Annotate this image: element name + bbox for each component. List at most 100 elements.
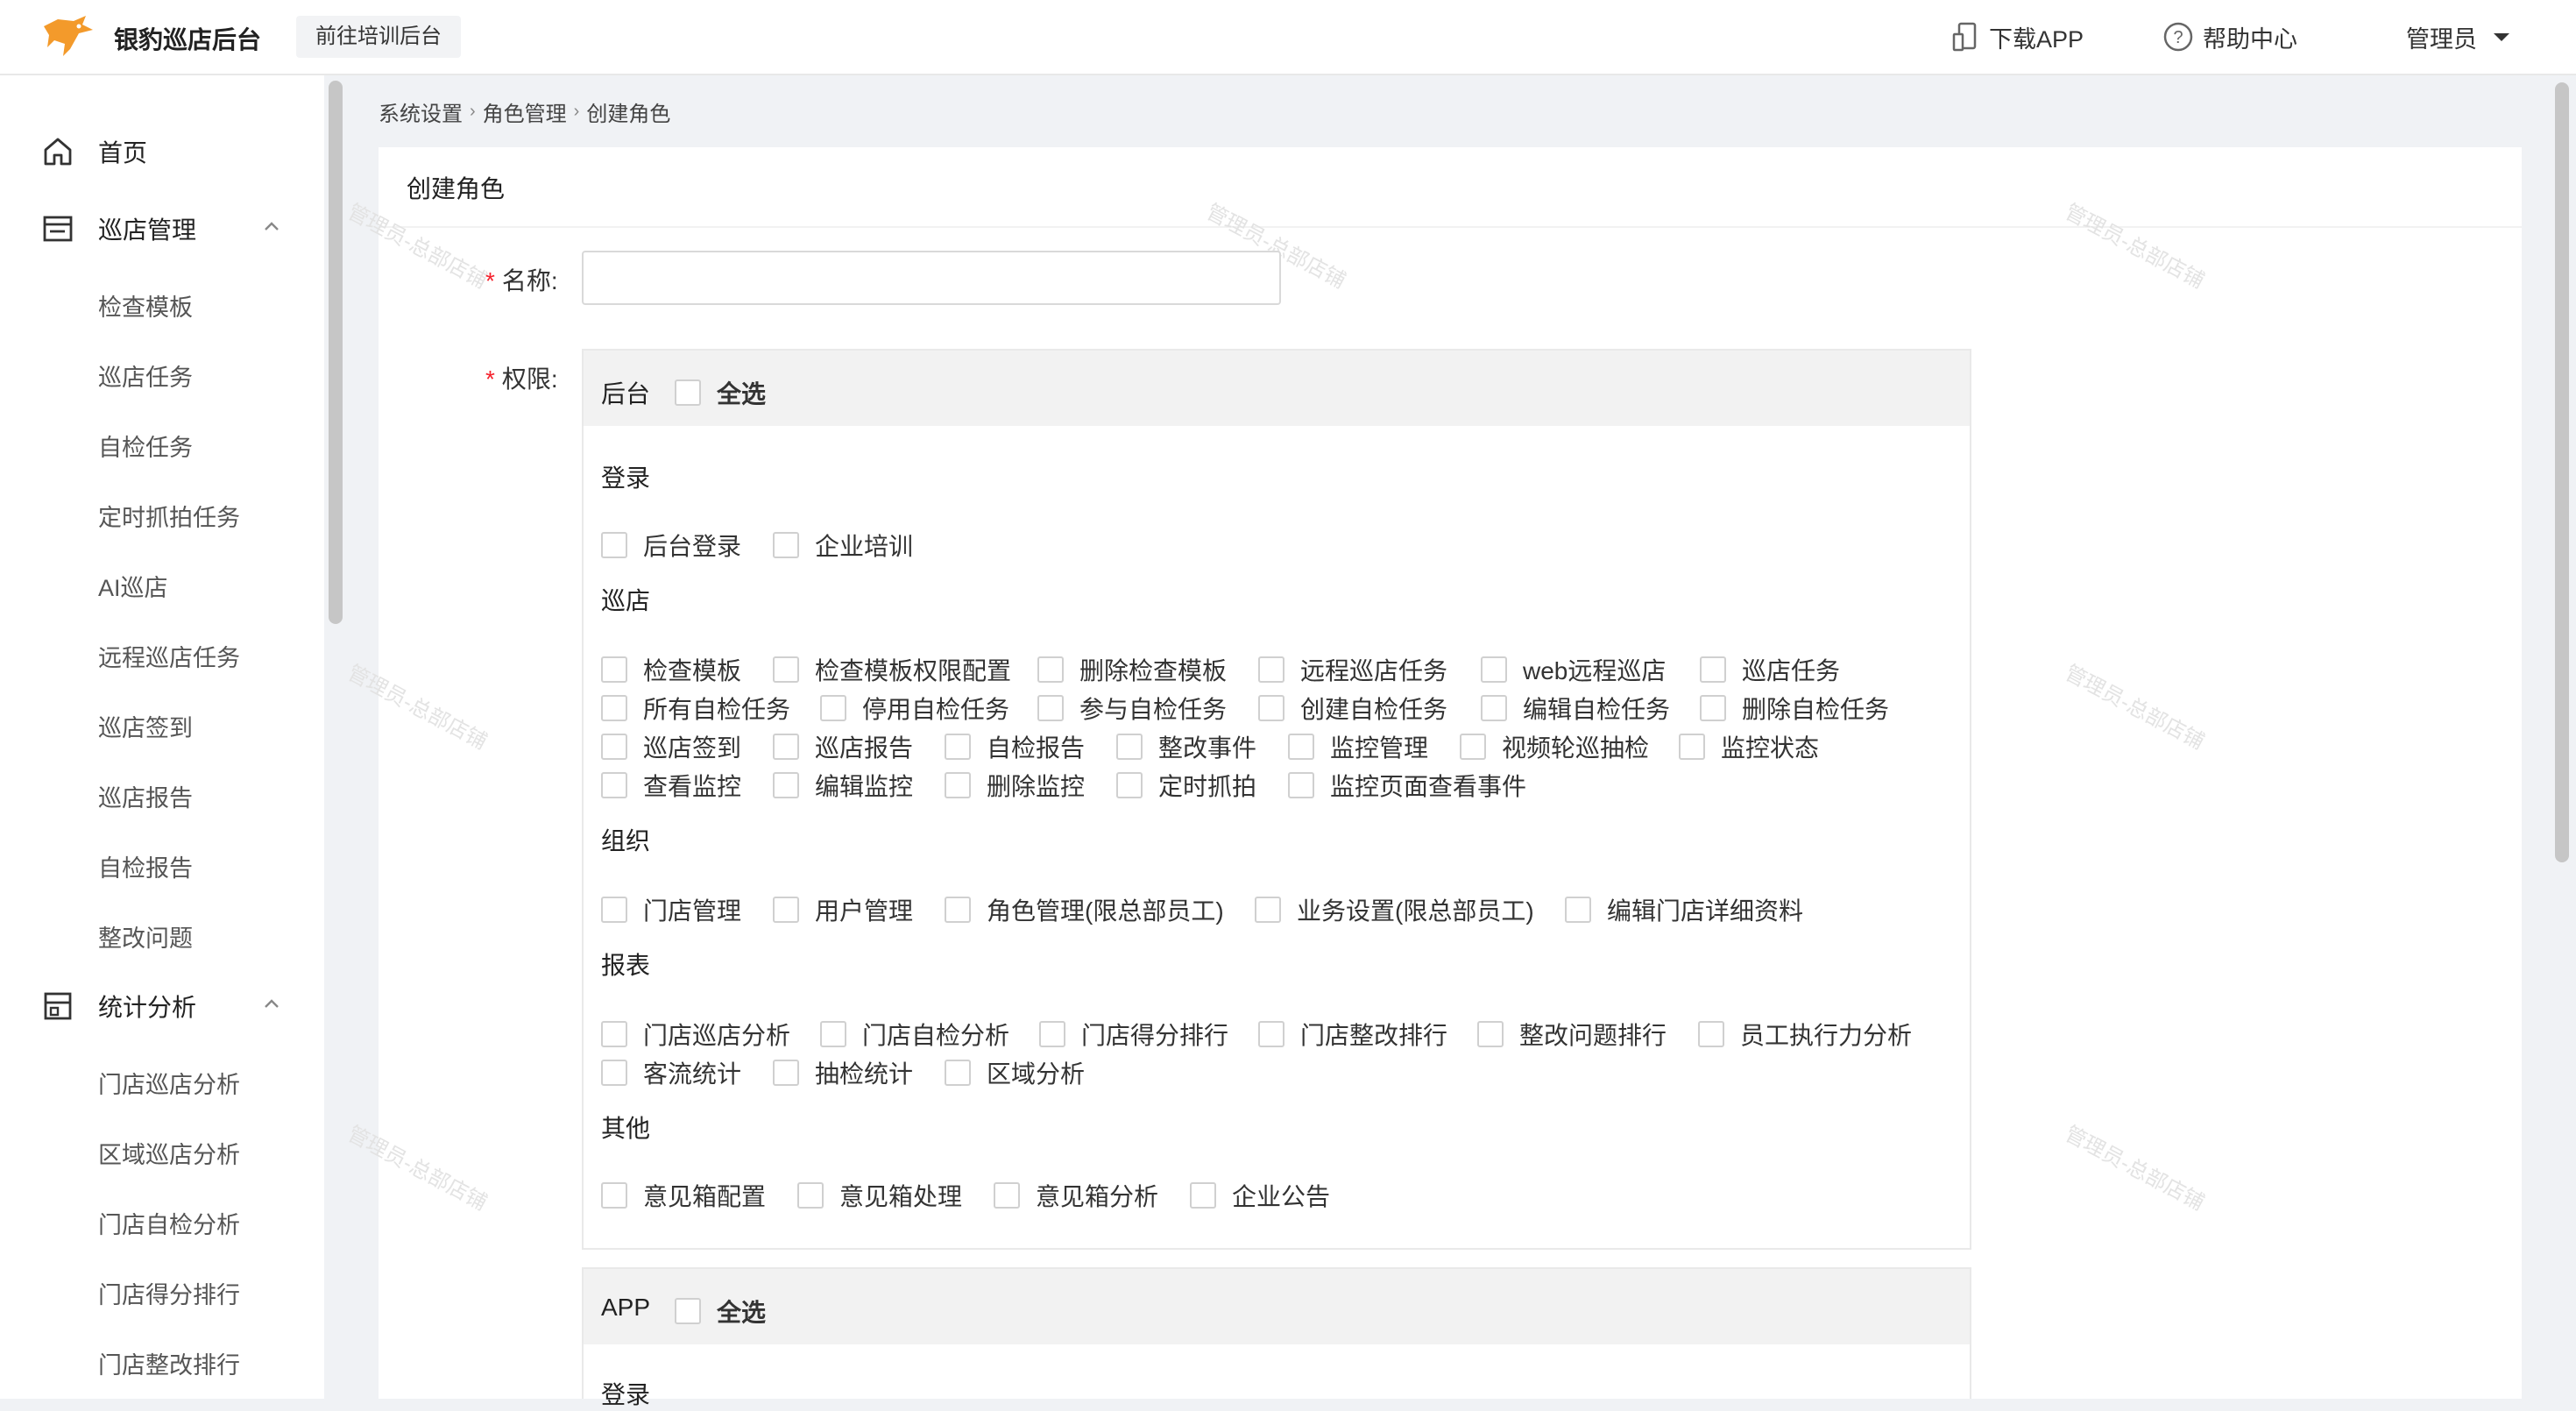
perm-checkbox[interactable]: 监控状态 [1679,729,1819,764]
checkbox-box[interactable] [1477,1021,1504,1047]
help-center-link[interactable]: ? 帮助中心 [2162,19,2297,54]
perm-checkbox[interactable]: 门店自检分析 [820,1017,1009,1052]
perm-checkbox[interactable]: 监控管理 [1288,729,1428,764]
perm-checkbox[interactable]: 用户管理 [773,892,913,927]
sidebar-item-self-check-report[interactable]: 自检报告 [98,849,193,883]
checkbox-box[interactable] [1037,656,1064,683]
checkbox-box[interactable] [773,656,799,683]
checkbox-box[interactable] [1039,1021,1065,1047]
sidebar-item-store-self-check-analysis[interactable]: 门店自检分析 [98,1206,240,1240]
app-select-all-checkbox[interactable]: 全选 [675,1294,766,1329]
checkbox-box[interactable] [1116,734,1143,760]
checkbox-box[interactable] [945,734,971,760]
perm-checkbox[interactable]: 创建自检任务 [1258,691,1447,726]
perm-checkbox[interactable]: 意见箱配置 [601,1178,766,1213]
perm-checkbox[interactable]: 参与自检任务 [1037,691,1227,726]
sidebar-group-patrol[interactable]: 巡店管理 [0,194,324,264]
perm-checkbox[interactable]: 区域分析 [945,1055,1085,1090]
sidebar-item-store-rectify-ranking[interactable]: 门店整改排行 [98,1346,240,1380]
perm-checkbox[interactable]: 编辑自检任务 [1481,691,1670,726]
checkbox-box[interactable] [1481,656,1507,683]
checkbox-box[interactable] [773,734,799,760]
checkbox-box[interactable] [773,532,799,558]
perm-checkbox[interactable]: 远程巡店任务 [1258,652,1447,687]
checkbox-box[interactable] [675,379,701,406]
checkbox-box[interactable] [945,772,971,798]
perm-checkbox[interactable]: 停用自检任务 [820,691,1009,726]
perm-checkbox[interactable]: 巡店报告 [773,729,913,764]
checkbox-box[interactable] [994,1182,1020,1209]
sidebar-item-rectification[interactable]: 整改问题 [98,919,193,954]
perm-checkbox[interactable]: 门店整改排行 [1258,1017,1447,1052]
perm-checkbox[interactable]: web远程巡店 [1481,652,1666,687]
checkbox-box[interactable] [1037,695,1064,721]
sidebar-item-remote-patrol[interactable]: 远程巡店任务 [98,639,240,673]
perm-checkbox[interactable]: 客流统计 [601,1055,741,1090]
checkbox-box[interactable] [601,1021,627,1047]
perm-checkbox[interactable]: 抽检统计 [773,1055,913,1090]
checkbox-box[interactable] [945,1060,971,1086]
checkbox-box[interactable] [601,1182,627,1209]
sidebar-item-store-score-ranking[interactable]: 门店得分排行 [98,1276,240,1310]
sidebar-item-ai-patrol[interactable]: AI巡店 [98,569,168,603]
perm-checkbox[interactable]: 业务设置(限总部员工) [1255,892,1534,927]
checkbox-box[interactable] [1190,1182,1216,1209]
checkbox-box[interactable] [1679,734,1705,760]
sidebar-scrollbar[interactable] [329,81,343,624]
checkbox-box[interactable] [820,695,846,721]
perm-checkbox[interactable]: 监控页面查看事件 [1288,768,1526,803]
breadcrumb-role-management[interactable]: 角色管理 [483,96,567,127]
backend-select-all-checkbox[interactable]: 全选 [675,375,766,410]
checkbox-box[interactable] [1460,734,1486,760]
perm-checkbox[interactable]: 整改事件 [1116,729,1256,764]
perm-checkbox[interactable]: 巡店任务 [1700,652,1840,687]
sidebar-item-region-patrol-analysis[interactable]: 区域巡店分析 [98,1136,240,1170]
perm-checkbox[interactable]: 门店巡店分析 [601,1017,790,1052]
perm-checkbox[interactable]: 编辑门店详细资料 [1565,892,1803,927]
checkbox-box[interactable] [1255,897,1281,923]
checkbox-box[interactable] [1116,772,1143,798]
checkbox-box[interactable] [1481,695,1507,721]
checkbox-box[interactable] [1258,695,1284,721]
sidebar-item-scheduled-capture[interactable]: 定时抓拍任务 [98,499,240,533]
checkbox-box[interactable] [1700,695,1726,721]
checkbox-box[interactable] [773,897,799,923]
perm-checkbox[interactable]: 所有自检任务 [601,691,790,726]
checkbox-box[interactable] [945,897,971,923]
role-name-input[interactable] [582,251,1281,305]
main-scrollbar[interactable] [2555,82,2569,862]
checkbox-box[interactable] [601,734,627,760]
perm-checkbox[interactable]: 员工执行力分析 [1698,1017,1912,1052]
checkbox-box[interactable] [601,695,627,721]
sidebar-item-store-patrol-analysis[interactable]: 门店巡店分析 [98,1066,240,1100]
training-backend-button[interactable]: 前往培训后台 [296,16,461,58]
checkbox-box[interactable] [1288,772,1314,798]
perm-checkbox[interactable]: 删除检查模板 [1037,652,1227,687]
checkbox-box[interactable] [1565,897,1591,923]
perm-checkbox[interactable]: 定时抓拍 [1116,768,1256,803]
perm-checkbox[interactable]: 后台登录 [601,528,741,563]
checkbox-box[interactable] [1288,734,1314,760]
sidebar-item-patrol-signin[interactable]: 巡店签到 [98,709,193,743]
sidebar-item-home[interactable]: 首页 [0,117,324,187]
checkbox-box[interactable] [820,1021,846,1047]
sidebar-item-check-template[interactable]: 检查模板 [98,288,193,323]
sidebar-item-self-check-task[interactable]: 自检任务 [98,429,193,463]
perm-checkbox[interactable]: 巡店签到 [601,729,741,764]
checkbox-box[interactable] [1258,1021,1284,1047]
sidebar-group-stats[interactable]: 统计分析 [0,971,324,1041]
perm-checkbox[interactable]: 意见箱处理 [797,1178,962,1213]
checkbox-box[interactable] [675,1298,701,1324]
download-app-link[interactable]: 下载APP [1952,19,2084,54]
perm-checkbox[interactable]: 检查模板权限配置 [773,652,1011,687]
sidebar-item-patrol-report[interactable]: 巡店报告 [98,779,193,813]
perm-checkbox[interactable]: 整改问题排行 [1477,1017,1667,1052]
perm-checkbox[interactable]: 查看监控 [601,768,741,803]
perm-checkbox[interactable]: 企业公告 [1190,1178,1330,1213]
checkbox-box[interactable] [601,532,627,558]
perm-checkbox[interactable]: 门店管理 [601,892,741,927]
checkbox-box[interactable] [1698,1021,1724,1047]
checkbox-box[interactable] [1258,656,1284,683]
breadcrumb-system-settings[interactable]: 系统设置 [379,96,463,127]
checkbox-box[interactable] [601,897,627,923]
